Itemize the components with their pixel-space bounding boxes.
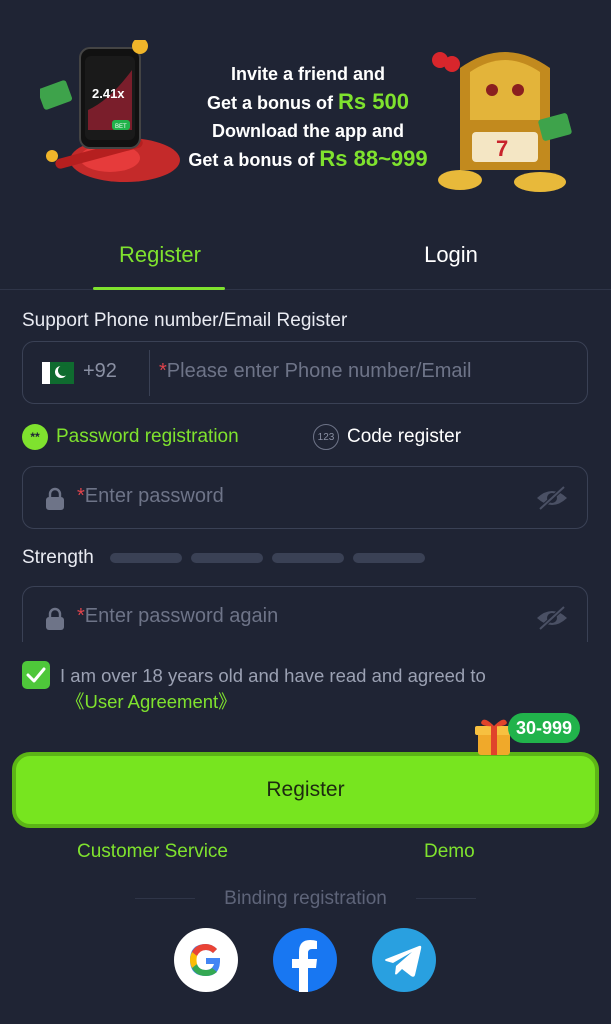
phone-email-input[interactable]: *Please enter Phone number/Email [159, 360, 471, 383]
telegram-login-button[interactable] [372, 928, 436, 992]
option-code-register[interactable]: 123 Code register [313, 424, 461, 450]
auth-tabs: Register Login [0, 232, 611, 290]
google-login-button[interactable] [174, 928, 238, 992]
lock-icon [46, 487, 64, 510]
register-button[interactable]: Register [12, 752, 599, 828]
tab-register[interactable]: Register [80, 232, 240, 290]
confirm-password-placeholder: Enter password again [84, 605, 279, 627]
password-strength: Strength [22, 547, 588, 569]
promo-line-1: Invite a friend and [230, 64, 386, 84]
promo-line-3: Download the app and [212, 121, 404, 141]
customer-service-link[interactable]: Customer Service [77, 841, 228, 863]
promo-banner[interactable]: 2.41x BET Invite a friend and Get a bonu… [0, 0, 611, 215]
section-label: Support Phone number/Email Register [22, 310, 348, 331]
promo-text: Invite a friend and Get a bonus of Rs 50… [168, 60, 448, 174]
phone-email-field[interactable]: +92 *Please enter Phone number/Email [22, 341, 588, 404]
strength-bar-4 [353, 553, 425, 563]
option-password-label: Password registration [56, 426, 239, 447]
demo-link[interactable]: Demo [424, 841, 475, 863]
required-mark: * [159, 360, 167, 382]
facebook-login-button[interactable] [273, 928, 337, 992]
eye-off-icon[interactable] [535, 485, 569, 511]
strength-label: Strength [22, 547, 94, 568]
slot-machine-illustration: 7 [432, 52, 572, 192]
phone-email-placeholder: Please enter Phone number/Email [166, 360, 472, 382]
agreement-text: I am over 18 years old and have read and… [60, 665, 486, 686]
strength-bar-2 [191, 553, 263, 563]
promo-amount-invite: Rs 500 [338, 89, 409, 114]
option-password-registration[interactable]: ** Password registration [22, 424, 239, 450]
promo-line-2-prefix: Get a bonus of [207, 93, 339, 113]
binding-registration-label: Binding registration [224, 888, 387, 909]
lock-icon [46, 607, 64, 630]
promo-line-4: Get a bonus of Rs 88~999 [168, 145, 448, 174]
bonus-badge: 30-999 [508, 713, 581, 743]
required-mark: * [77, 605, 85, 627]
registration-options: ** Password registration 123 Code regist… [22, 424, 588, 450]
country-code[interactable]: +92 [83, 360, 117, 383]
code-mode-icon: 123 [313, 424, 339, 450]
password-input[interactable]: *Enter password [77, 485, 224, 508]
eye-off-icon[interactable] [535, 605, 569, 631]
phone-bet-button: BET [115, 124, 127, 130]
agreement: I am over 18 years old and have read and… [22, 661, 588, 715]
user-agreement-link[interactable]: 《User Agreement》 [66, 688, 237, 714]
pakistan-flag-icon[interactable] [42, 362, 74, 384]
agreement-checkbox[interactable] [22, 661, 50, 689]
required-mark: * [77, 485, 85, 507]
facebook-icon [292, 940, 317, 992]
telegram-icon [385, 945, 422, 977]
password-field[interactable]: *Enter password [22, 466, 588, 529]
promo-amount-download: Rs 88~999 [319, 146, 428, 171]
confirm-password-field[interactable]: *Enter password again [22, 586, 588, 642]
option-code-label: Code register [347, 426, 462, 447]
google-icon [190, 944, 221, 976]
password-mode-icon: ** [22, 424, 48, 450]
strength-bar-1 [110, 553, 182, 563]
confirm-password-input[interactable]: *Enter password again [77, 605, 278, 628]
promo-line-4-prefix: Get a bonus of [188, 150, 320, 170]
password-placeholder: Enter password [84, 485, 224, 507]
tab-login[interactable]: Login [371, 232, 531, 290]
strength-bar-3 [272, 553, 344, 563]
binding-divider-right [416, 898, 476, 899]
phone-multiplier: 2.41x [92, 86, 125, 101]
promo-line-2: Get a bonus of Rs 500 [168, 88, 448, 117]
checkmark-icon [26, 667, 46, 683]
svg-text:7: 7 [496, 136, 508, 161]
field-divider [149, 350, 150, 396]
